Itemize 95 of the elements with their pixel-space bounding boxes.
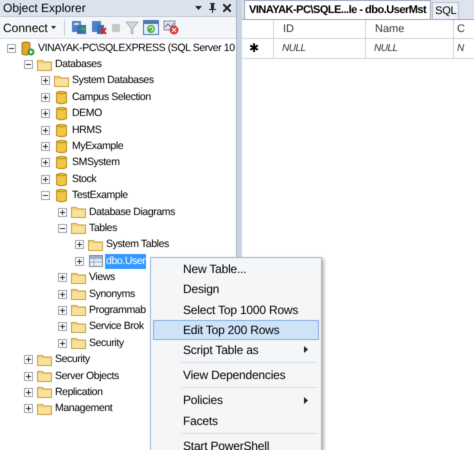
column-header[interactable]: Name bbox=[366, 20, 454, 38]
tree-item[interactable]: MyExample bbox=[71, 139, 124, 154]
tree-item[interactable]: Views bbox=[88, 270, 116, 286]
menu-item[interactable]: Facets bbox=[153, 410, 319, 431]
menu-item[interactable]: Start PowerShell bbox=[153, 436, 319, 450]
folder-icon bbox=[37, 58, 52, 71]
expand-icon[interactable] bbox=[58, 306, 67, 315]
expand-icon[interactable] bbox=[58, 290, 67, 299]
server-connect-icon[interactable] bbox=[70, 20, 87, 35]
menu-item[interactable]: New Table... bbox=[153, 259, 319, 280]
expand-icon[interactable] bbox=[41, 92, 50, 102]
close-icon[interactable] bbox=[223, 4, 231, 12]
expand-icon[interactable] bbox=[41, 76, 50, 86]
tree-item[interactable]: System Databases bbox=[71, 73, 155, 88]
folder-icon bbox=[71, 222, 86, 234]
folder-icon bbox=[71, 320, 86, 333]
refresh-icon[interactable] bbox=[142, 20, 159, 35]
expand-icon[interactable] bbox=[24, 404, 33, 414]
expand-icon[interactable] bbox=[41, 126, 50, 135]
tree-item[interactable]: TestExample bbox=[71, 188, 129, 204]
folder-icon bbox=[71, 337, 86, 350]
table-cell[interactable]: N bbox=[454, 39, 474, 58]
folder-icon bbox=[54, 74, 69, 87]
menu-item[interactable]: Select Top 1000 Rows bbox=[153, 299, 319, 320]
tree-item[interactable]: Stock bbox=[71, 172, 98, 187]
folder-icon bbox=[71, 272, 86, 284]
tree-item[interactable]: Databases bbox=[54, 57, 103, 72]
folder-icon bbox=[71, 288, 86, 300]
server-disconnect-icon[interactable] bbox=[90, 20, 107, 35]
expand-icon[interactable] bbox=[75, 256, 84, 266]
expand-icon[interactable] bbox=[41, 174, 50, 184]
database-icon bbox=[56, 106, 67, 122]
table-cell[interactable]: NULL bbox=[366, 39, 454, 58]
database-icon bbox=[56, 172, 67, 187]
table-cell[interactable]: NULL bbox=[274, 39, 366, 58]
folder-icon bbox=[71, 206, 86, 218]
expand-icon[interactable] bbox=[24, 355, 33, 364]
folder-icon bbox=[37, 402, 52, 415]
tree-item[interactable]: System Tables bbox=[105, 237, 170, 252]
collapse-icon[interactable] bbox=[7, 44, 16, 53]
menu-item[interactable]: Edit Top 200 Rows bbox=[153, 320, 319, 340]
collapse-icon[interactable] bbox=[41, 191, 50, 200]
connect-button[interactable]: Connect bbox=[3, 18, 58, 36]
expand-icon[interactable] bbox=[24, 388, 33, 397]
expand-icon[interactable] bbox=[41, 158, 50, 168]
document-tab[interactable]: SQL bbox=[432, 2, 460, 19]
tree-item[interactable]: Security bbox=[54, 352, 91, 368]
dropdown-icon[interactable] bbox=[195, 6, 202, 10]
document-tab[interactable]: VINAYAK-PC\SQLE...le - dbo.UserMst bbox=[244, 0, 432, 19]
column-header[interactable]: ID bbox=[274, 20, 366, 38]
expand-icon[interactable] bbox=[58, 208, 67, 217]
folder-icon bbox=[71, 304, 86, 316]
collapse-icon[interactable] bbox=[58, 224, 67, 233]
column-header[interactable]: C bbox=[454, 20, 474, 38]
database-icon bbox=[56, 139, 67, 154]
tree-item[interactable]: Service Brok bbox=[88, 319, 145, 334]
tree-item[interactable]: Database Diagrams bbox=[88, 204, 176, 220]
database-icon bbox=[56, 188, 67, 204]
tree-item[interactable]: Management bbox=[54, 401, 114, 416]
expand-icon[interactable] bbox=[75, 240, 84, 250]
caret-icon bbox=[50, 26, 56, 29]
folder-icon bbox=[37, 370, 52, 382]
table-icon bbox=[88, 255, 102, 268]
menu-item[interactable]: Script Table as bbox=[153, 340, 319, 360]
expand-icon[interactable] bbox=[58, 273, 67, 282]
tree-item[interactable]: Programmab bbox=[88, 302, 147, 318]
panel-title: Object Explorer bbox=[3, 0, 86, 17]
tree-item[interactable]: Campus Selection bbox=[71, 90, 152, 105]
tree-item[interactable]: SMSystem bbox=[71, 155, 121, 170]
pin-icon[interactable] bbox=[209, 3, 216, 13]
tree-item[interactable]: VINAYAK-PC\SQLEXPRESS (SQL Server 10 bbox=[37, 40, 236, 56]
activity-monitor-icon[interactable] bbox=[162, 20, 179, 35]
database-icon bbox=[56, 155, 67, 170]
expand-icon[interactable] bbox=[41, 109, 50, 118]
database-icon bbox=[56, 90, 67, 105]
expand-icon[interactable] bbox=[58, 322, 67, 332]
tree-item[interactable]: Synonyms bbox=[88, 286, 136, 302]
database-icon bbox=[56, 122, 67, 138]
tree-item[interactable]: Replication bbox=[54, 384, 104, 400]
tree-item[interactable]: HRMS bbox=[71, 122, 102, 138]
expand-icon[interactable] bbox=[41, 142, 50, 152]
tree-item[interactable]: Security bbox=[88, 336, 125, 351]
menu-item[interactable]: Design bbox=[153, 279, 319, 300]
tree-item[interactable]: Tables bbox=[88, 220, 118, 236]
menu-item[interactable]: View Dependencies bbox=[153, 365, 319, 386]
tree-item[interactable]: DEMO bbox=[71, 106, 103, 122]
folder-icon bbox=[88, 238, 103, 251]
collapse-icon[interactable] bbox=[24, 60, 33, 70]
folder-icon bbox=[37, 354, 52, 366]
server-icon bbox=[20, 40, 34, 56]
tree-item[interactable]: Server Objects bbox=[54, 368, 120, 384]
menu-item[interactable]: Policies bbox=[153, 390, 319, 410]
folder-icon bbox=[37, 386, 52, 398]
expand-icon[interactable] bbox=[24, 372, 33, 380]
expand-icon[interactable] bbox=[58, 338, 67, 348]
